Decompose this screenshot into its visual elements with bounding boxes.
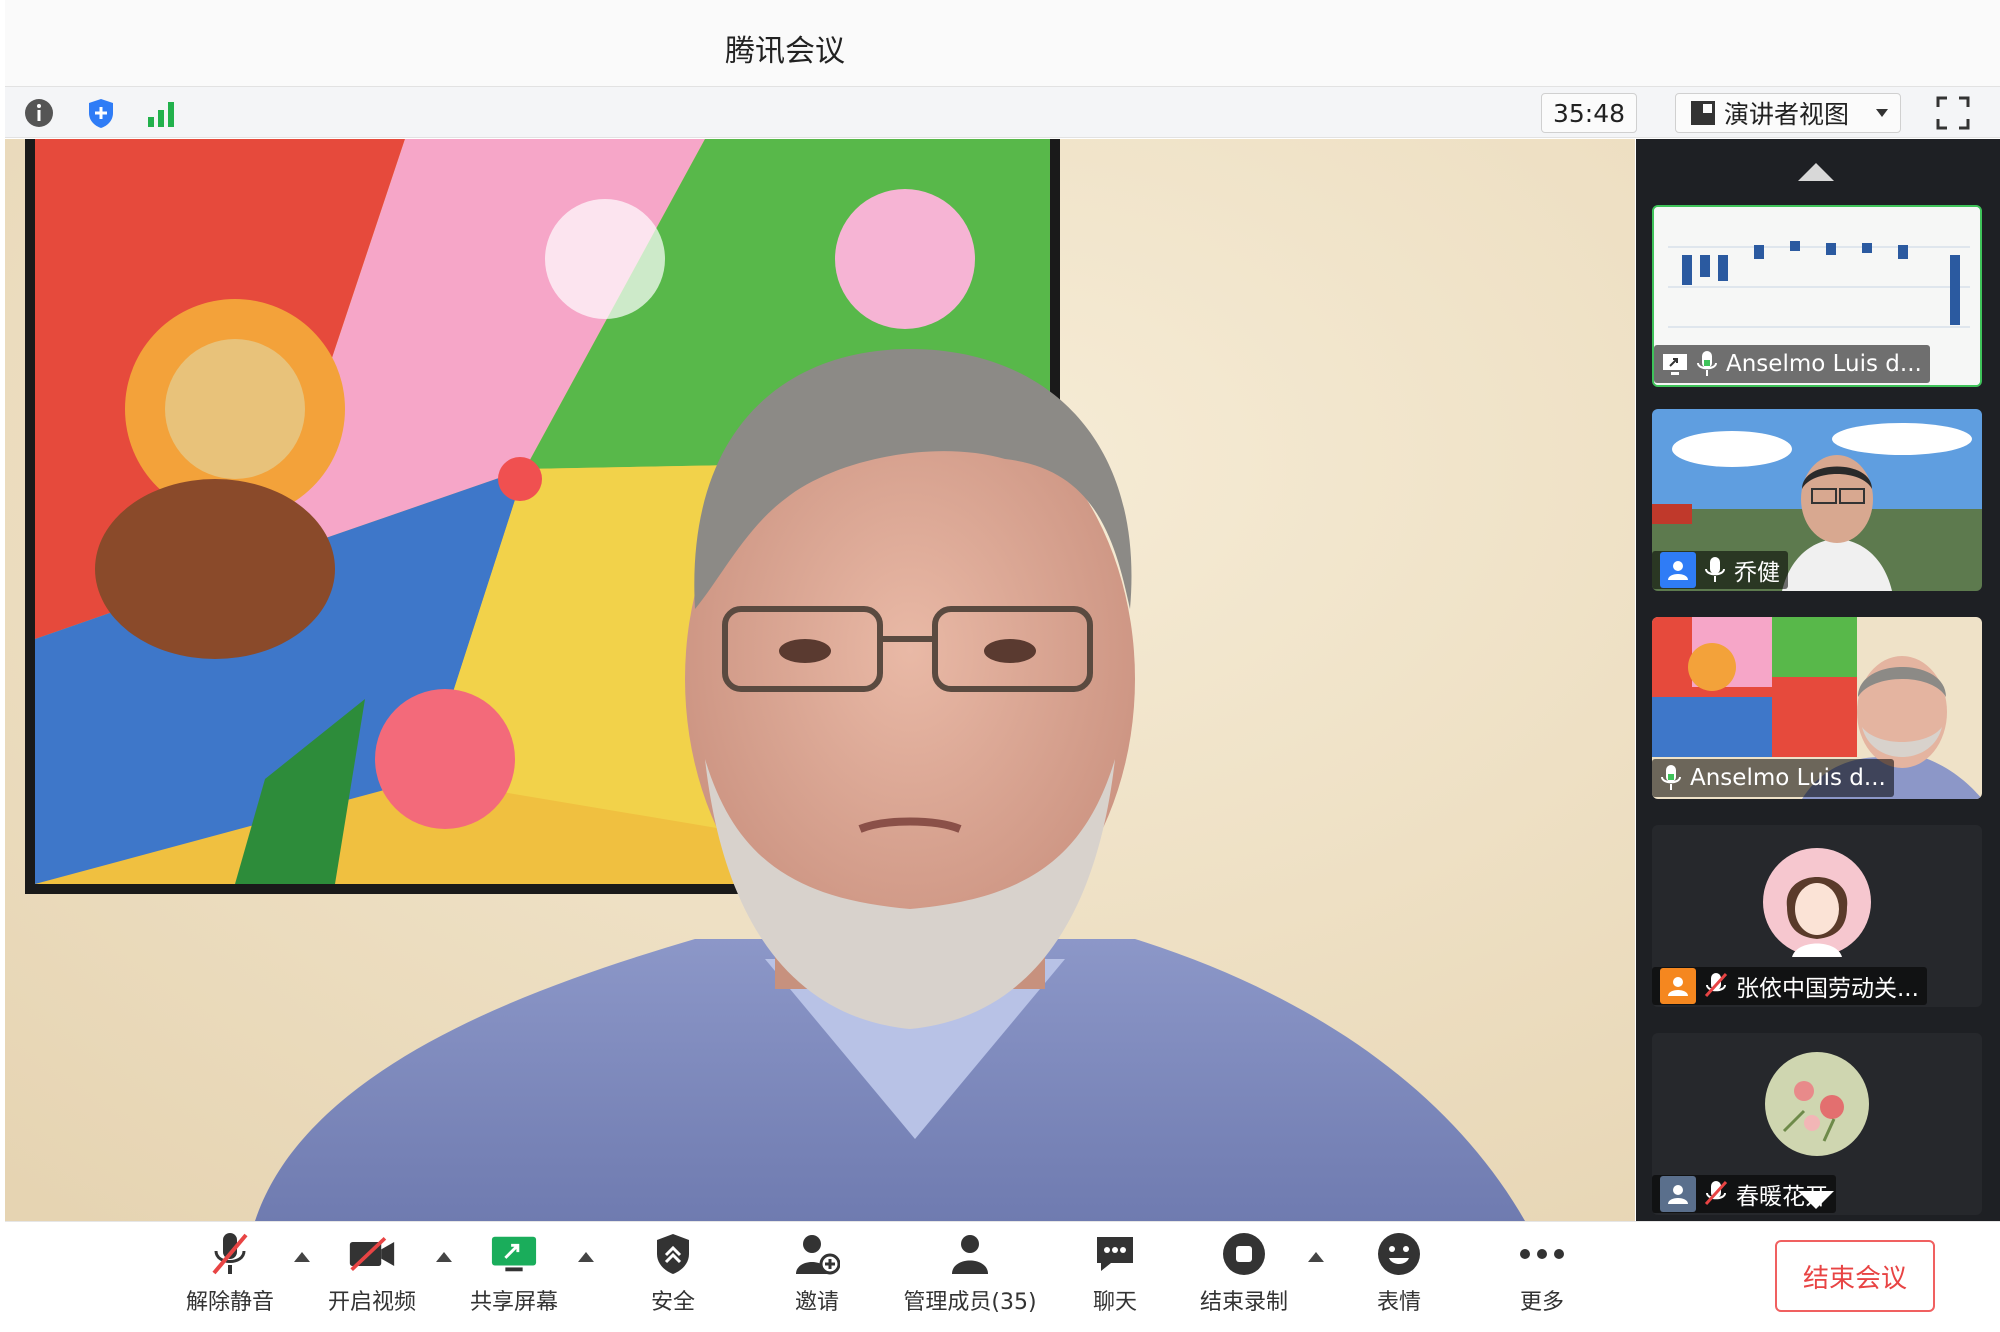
- participant-namebar: Anselmo Luis d...: [1652, 759, 1894, 797]
- participant-namebar: 张依中国劳动关...: [1652, 967, 1927, 1005]
- user-icon: [1660, 968, 1696, 1004]
- participant-tile-avatar[interactable]: 春暖花开: [1652, 1033, 1982, 1215]
- microphone-icon: [1697, 351, 1717, 376]
- record-stop-icon: [1220, 1230, 1268, 1278]
- participant-name: 张依中国劳动关...: [1736, 976, 1919, 1002]
- reactions-button[interactable]: 表情: [1334, 1230, 1464, 1316]
- participant-tile-video[interactable]: Anselmo Luis d...: [1652, 617, 1982, 799]
- window-title: 腾讯会议: [725, 34, 845, 69]
- participant-tile-video[interactable]: 乔健: [1652, 409, 1982, 591]
- participant-namebar: 乔健: [1652, 551, 1788, 589]
- start-video-button[interactable]: 开启视频: [307, 1230, 437, 1316]
- microphone-muted-icon: [1704, 972, 1728, 998]
- chat-button[interactable]: 聊天: [1050, 1230, 1180, 1316]
- add-user-icon: [793, 1230, 841, 1278]
- microphone-muted-icon: [206, 1230, 254, 1278]
- security-label: 安全: [650, 1290, 695, 1315]
- fullscreen-icon[interactable]: [1935, 95, 1971, 131]
- layout-icon: [1691, 101, 1715, 125]
- chat-icon: [1091, 1230, 1139, 1278]
- meeting-window: 腾讯会议 35:48 演讲者视图 Anselmo Luis d... 乔健 An…: [0, 0, 2000, 1332]
- members-icon: [946, 1230, 994, 1278]
- shield-icon[interactable]: [83, 95, 119, 131]
- participant-tile-screen-share[interactable]: Anselmo Luis d...: [1652, 205, 1982, 387]
- view-mode-label: 演讲者视图: [1724, 100, 1850, 129]
- main-speaker-video: [5, 139, 1635, 1221]
- scroll-down-icon[interactable]: [1796, 1189, 1836, 1211]
- manage-members-button[interactable]: 管理成员(35): [890, 1230, 1050, 1316]
- participant-name: 乔健: [1734, 560, 1780, 586]
- more-label: 更多: [1519, 1290, 1564, 1315]
- bottom-control-bar: 解除静音 开启视频 共享屏幕 安全 邀请 管理成员(35) 聊天 结束录制 表情…: [5, 1221, 2000, 1332]
- meeting-timer: 35:48: [1541, 93, 1637, 133]
- invite-label: 邀请: [794, 1290, 839, 1315]
- start-video-label: 开启视频: [327, 1290, 416, 1315]
- end-meeting-button[interactable]: 结束会议: [1775, 1240, 1935, 1312]
- participant-namebar: Anselmo Luis d...: [1654, 345, 1930, 383]
- info-icon[interactable]: [21, 95, 57, 131]
- speaker-video-frame: [5, 139, 1635, 1221]
- more-dots-icon: [1518, 1230, 1566, 1278]
- participant-name: Anselmo Luis d...: [1726, 351, 1922, 377]
- more-button[interactable]: 更多: [1477, 1230, 1607, 1316]
- participant-tile-avatar[interactable]: 张依中国劳动关...: [1652, 825, 1982, 1007]
- screen-share-icon: [1663, 354, 1687, 375]
- invite-button[interactable]: 邀请: [752, 1230, 882, 1316]
- recording-options-caret[interactable]: [1308, 1252, 1324, 1262]
- unmute-button[interactable]: 解除静音: [165, 1230, 295, 1316]
- share-screen-button[interactable]: 共享屏幕: [449, 1230, 579, 1316]
- title-bar: 腾讯会议: [5, 0, 2000, 86]
- view-mode-dropdown[interactable]: 演讲者视图: [1675, 93, 1901, 133]
- reactions-label: 表情: [1376, 1290, 1421, 1315]
- chevron-down-icon: [1876, 109, 1889, 117]
- unmute-label: 解除静音: [185, 1290, 274, 1315]
- microphone-icon: [1705, 557, 1725, 582]
- participant-sidebar: Anselmo Luis d... 乔健 Anselmo Luis d... 张…: [1636, 139, 2000, 1221]
- participant-name: Anselmo Luis d...: [1690, 765, 1886, 791]
- security-button[interactable]: 安全: [608, 1230, 738, 1316]
- user-icon: [1660, 552, 1696, 588]
- avatar: [1763, 848, 1871, 957]
- smiley-icon: [1375, 1230, 1423, 1278]
- chat-label: 聊天: [1092, 1290, 1137, 1315]
- user-icon: [1660, 1176, 1696, 1212]
- microphone-muted-icon: [1704, 1180, 1728, 1206]
- share-screen-label: 共享屏幕: [469, 1290, 558, 1315]
- video-off-icon: [348, 1230, 396, 1278]
- manage-members-label: 管理成员(35): [903, 1290, 1037, 1315]
- microphone-icon: [1661, 765, 1681, 790]
- top-toolbar: 35:48 演讲者视图: [5, 86, 2000, 138]
- security-shield-icon: [649, 1230, 697, 1278]
- share-options-caret[interactable]: [578, 1252, 594, 1262]
- scroll-up-icon[interactable]: [1796, 161, 1836, 183]
- end-recording-button[interactable]: 结束录制: [1179, 1230, 1309, 1316]
- share-screen-icon: [490, 1230, 538, 1278]
- avatar: [1765, 1052, 1869, 1156]
- end-recording-label: 结束录制: [1199, 1290, 1288, 1315]
- signal-icon[interactable]: [143, 95, 179, 131]
